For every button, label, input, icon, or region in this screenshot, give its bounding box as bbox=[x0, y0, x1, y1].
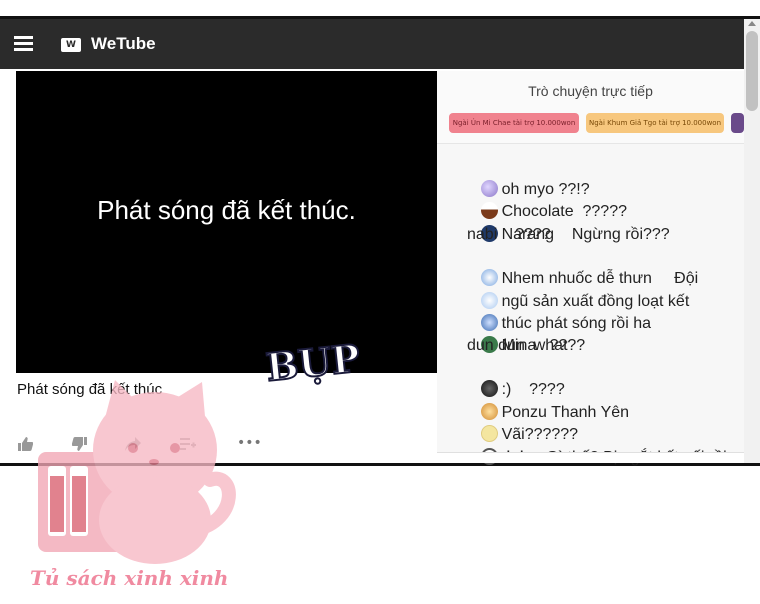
logo-icon[interactable]: W bbox=[61, 38, 81, 52]
chat-title: Trò chuyện trực tiếp bbox=[528, 83, 653, 99]
chat-input-area[interactable] bbox=[437, 452, 744, 463]
menu-icon[interactable] bbox=[14, 36, 33, 51]
scroll-up-icon[interactable] bbox=[748, 21, 756, 26]
stream-ended-message: Phát sóng đã kết thúc. bbox=[97, 195, 356, 225]
watermark-text: Tủ sách xinh xinh bbox=[30, 566, 229, 590]
chat-message: Mina ???? bbox=[445, 313, 585, 354]
chat-message: Narang Ngừng rồi??? bbox=[445, 202, 670, 243]
chat-message: nabi ???? bbox=[467, 226, 551, 243]
chat-message: Chocolate ????? bbox=[445, 179, 627, 220]
page-scrollbar[interactable] bbox=[744, 19, 760, 463]
chat-message: Ponzu Thanh Yên bbox=[445, 380, 629, 421]
app-name[interactable]: WeTube bbox=[91, 34, 156, 54]
chat-message: Nhem nhuốc dễ thưn Đội bbox=[445, 246, 698, 287]
donation-badge[interactable]: Ngài Khum Giả Tgo tài trợ 10.000won bbox=[586, 113, 724, 133]
chat-message: thúc phát sóng rồi ha bbox=[445, 291, 651, 332]
chat-message: ※※ Gì thế? Bị ngắt kết nối rồi bbox=[445, 425, 727, 466]
top-bar: W WeTube bbox=[0, 19, 744, 69]
watermark: Tủ sách xinh xinh bbox=[30, 380, 240, 600]
chat-message: :) ???? bbox=[445, 357, 565, 398]
chat-header: Trò chuyện trực tiếp Ngài Ún Mi Chae tài… bbox=[437, 71, 744, 144]
chat-message: oh myo ??!? bbox=[445, 157, 590, 198]
chat-message: ngũ sản xuất đồng loạt kết bbox=[445, 269, 689, 310]
chat-message: dun dun what bbox=[467, 337, 568, 354]
chat-message: Vãi?????? bbox=[445, 402, 578, 443]
donation-badge[interactable]: Ngài Ún Mi Chae tài trợ 10.000won bbox=[449, 113, 579, 133]
video-player[interactable]: Phát sóng đã kết thúc. bbox=[16, 71, 437, 373]
live-chat-panel: Trò chuyện trực tiếp Ngài Ún Mi Chae tài… bbox=[437, 71, 744, 466]
scroll-thumb[interactable] bbox=[746, 31, 758, 111]
more-icon[interactable]: ••• bbox=[237, 435, 262, 451]
donation-badge-partial[interactable] bbox=[731, 113, 744, 133]
